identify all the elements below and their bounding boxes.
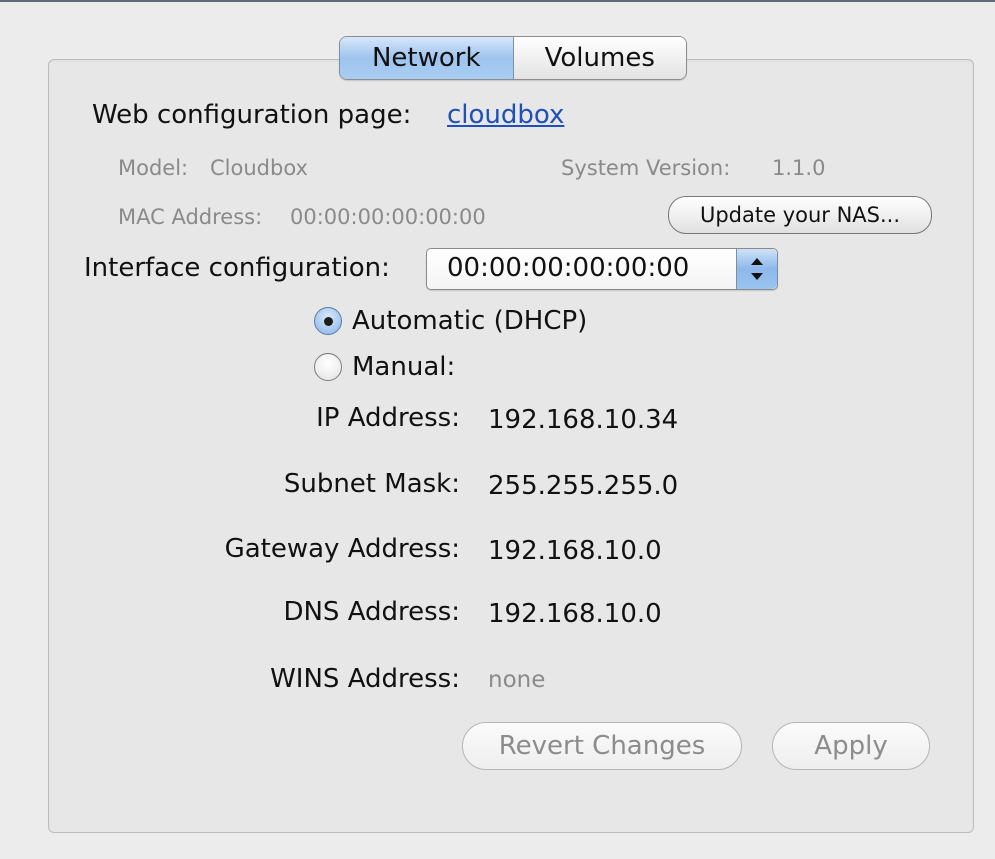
wins-address-value[interactable]: none (488, 667, 545, 693)
subnet-mask-label: Subnet Mask: (283, 469, 460, 499)
interface-config-label: Interface configuration: (84, 253, 390, 283)
interface-select-value: 00:00:00:00:00:00 (447, 253, 690, 283)
apply-button[interactable]: Apply (772, 722, 930, 770)
web-config-link[interactable]: cloudbox (447, 100, 564, 130)
tab-network[interactable]: Network (340, 37, 514, 79)
dns-address-value[interactable]: 192.168.10.0 (488, 599, 662, 629)
gateway-address-value[interactable]: 192.168.10.0 (488, 536, 662, 566)
revert-changes-button[interactable]: Revert Changes (462, 722, 742, 770)
system-version-label: System Version: (561, 156, 731, 180)
automatic-dhcp-label: Automatic (DHCP) (352, 306, 588, 336)
dns-address-label: DNS Address: (283, 597, 460, 627)
model-label: Model: (118, 156, 189, 180)
interface-select[interactable]: 00:00:00:00:00:00 (426, 248, 778, 290)
radio-automatic[interactable] (314, 307, 342, 335)
window-top-border (0, 0, 995, 2)
tab-bar: Network Volumes (339, 36, 687, 80)
radio-manual[interactable] (314, 353, 342, 381)
ip-address-label: IP Address: (316, 403, 460, 433)
update-nas-button[interactable]: Update your NAS... (668, 196, 932, 234)
stepper-arrows-icon (736, 249, 777, 289)
model-value: Cloudbox (210, 156, 308, 180)
system-version-value: 1.1.0 (772, 156, 826, 180)
manual-label: Manual: (352, 352, 456, 382)
tab-volumes[interactable]: Volumes (513, 37, 686, 79)
gateway-address-label: Gateway Address: (224, 534, 460, 564)
web-config-label: Web configuration page: (92, 100, 412, 130)
radio-selected-dot-icon (324, 317, 333, 326)
wins-address-label: WINS Address: (270, 664, 460, 694)
subnet-mask-value[interactable]: 255.255.255.0 (488, 471, 678, 501)
mac-value: 00:00:00:00:00:00 (290, 205, 486, 229)
ip-address-value[interactable]: 192.168.10.34 (488, 405, 678, 435)
mac-label: MAC Address: (118, 205, 263, 229)
